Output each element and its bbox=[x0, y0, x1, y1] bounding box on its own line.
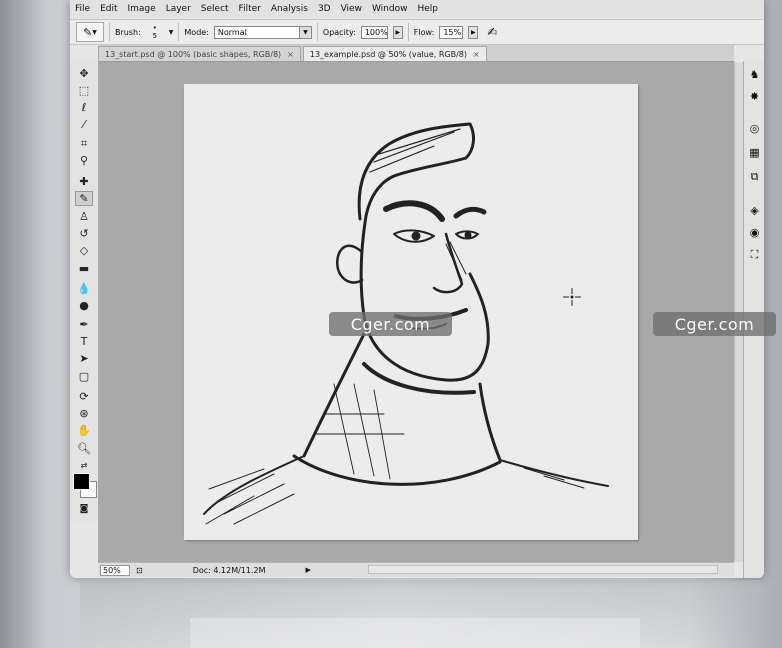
mini-bridge-icon[interactable]: ♞ bbox=[747, 67, 762, 82]
crop-tool-icon[interactable]: ⌗ bbox=[75, 136, 93, 151]
brush-label: Brush: bbox=[115, 27, 141, 37]
flow-label: Flow: bbox=[413, 27, 435, 37]
separator bbox=[178, 23, 180, 41]
quick-mask-icon[interactable]: ◙ bbox=[75, 501, 93, 516]
blur-tool-icon[interactable]: 💧 bbox=[75, 281, 93, 296]
menu-edit[interactable]: Edit bbox=[95, 4, 122, 14]
brush-tool-icon[interactable]: ✎ bbox=[75, 191, 93, 206]
healing-brush-tool-icon[interactable]: ✚ bbox=[75, 174, 93, 189]
zoom-value: 50% bbox=[103, 565, 121, 575]
separator bbox=[109, 23, 110, 41]
separator bbox=[407, 23, 409, 41]
3d-rotate-tool-icon[interactable]: ⟳ bbox=[75, 389, 93, 404]
watermark-text: Cger.com bbox=[350, 314, 431, 334]
path-selection-tool-icon[interactable]: ➤ bbox=[75, 351, 93, 366]
close-icon[interactable]: × bbox=[287, 50, 294, 59]
play-arrow-icon[interactable]: ▶ bbox=[306, 566, 311, 574]
mode-select[interactable]: Normal ▼ bbox=[213, 25, 312, 39]
zoom-tool-icon[interactable]: 🔍︎ bbox=[75, 441, 93, 456]
eraser-tool-icon[interactable]: ◇ bbox=[75, 243, 93, 258]
menu-help[interactable]: Help bbox=[412, 4, 443, 14]
crosshair-cursor-icon bbox=[563, 288, 581, 306]
reflected-canvas bbox=[190, 618, 640, 648]
zoom-field[interactable]: 50% bbox=[100, 564, 130, 576]
chevron-down-icon: ▼ bbox=[298, 26, 311, 38]
channels-panel-icon[interactable]: ◉ bbox=[747, 225, 762, 240]
menu-image[interactable]: Image bbox=[123, 4, 161, 14]
move-tool-icon[interactable]: ✥ bbox=[75, 66, 93, 81]
tool-preset-picker[interactable]: ✎ ▼ bbox=[76, 22, 104, 42]
paths-panel-icon[interactable]: ⛶ bbox=[747, 247, 762, 262]
tab-label: 13_start.psd @ 100% (basic shapes, RGB/8… bbox=[105, 49, 282, 59]
document-tabs: 13_start.psd @ 100% (basic shapes, RGB/8… bbox=[98, 45, 734, 62]
flow-slider-button[interactable]: ▶ bbox=[468, 25, 479, 39]
hand-tool-icon[interactable]: ✋ bbox=[75, 423, 93, 438]
menu-analysis[interactable]: Analysis bbox=[266, 4, 313, 14]
watermark-badge: Cger.com bbox=[653, 312, 776, 336]
close-icon[interactable]: × bbox=[473, 50, 480, 59]
watermark-text: Cger.com bbox=[674, 314, 755, 334]
pen-tool-icon[interactable]: ✒ bbox=[75, 317, 93, 332]
horizontal-scrollbar[interactable] bbox=[368, 565, 718, 574]
brush-size: 5 bbox=[152, 32, 158, 40]
airbrush-icon[interactable]: ✍ bbox=[487, 25, 497, 39]
photoshop-window: File Edit Image Layer Select Filter Anal… bbox=[70, 0, 764, 578]
menu-3d[interactable]: 3D bbox=[313, 4, 336, 14]
eyedropper-tool-icon[interactable]: ⚲ bbox=[75, 153, 93, 168]
tab-label: 13_example.psd @ 50% (value, RGB/8) bbox=[309, 49, 467, 59]
watermark-badge: Cger.com bbox=[329, 312, 452, 336]
menu-file[interactable]: File bbox=[70, 4, 95, 14]
chevron-down-icon: ▼ bbox=[92, 28, 97, 36]
dodge-tool-icon[interactable]: ● bbox=[75, 298, 93, 313]
brush-preset-icon: ✎ bbox=[83, 25, 93, 39]
mode-label: Mode: bbox=[184, 27, 209, 37]
menu-layer[interactable]: Layer bbox=[161, 4, 196, 14]
menu-select[interactable]: Select bbox=[196, 4, 234, 14]
foreground-color-swatch[interactable] bbox=[73, 473, 90, 490]
3d-orbit-tool-icon[interactable]: ⊛ bbox=[75, 406, 93, 421]
menu-bar: File Edit Image Layer Select Filter Anal… bbox=[70, 0, 764, 18]
doc-size: Doc: 4.12M/11.2M bbox=[192, 565, 266, 575]
window-reflection bbox=[80, 580, 760, 648]
type-tool-icon[interactable]: T bbox=[75, 334, 93, 349]
status-info-icon[interactable]: ⊡ bbox=[136, 566, 143, 575]
opacity-label: Opacity: bbox=[322, 27, 356, 37]
navigator-icon[interactable]: ✸ bbox=[747, 89, 762, 104]
marquee-tool-icon[interactable]: ⬚ bbox=[75, 83, 93, 98]
separator bbox=[316, 23, 318, 41]
chevron-down-icon[interactable]: ▼ bbox=[169, 29, 174, 36]
swatches-panel-icon[interactable]: ▦ bbox=[747, 145, 762, 160]
tab-13-start[interactable]: 13_start.psd @ 100% (basic shapes, RGB/8… bbox=[98, 46, 301, 61]
menu-view[interactable]: View bbox=[336, 4, 367, 14]
swap-colors-icon[interactable]: ⇄ bbox=[75, 458, 93, 473]
menu-window[interactable]: Window bbox=[367, 4, 413, 14]
clone-stamp-tool-icon[interactable]: ♙ bbox=[75, 209, 93, 224]
brush-picker[interactable]: • 5 bbox=[146, 23, 164, 41]
mode-value: Normal bbox=[217, 27, 247, 37]
color-panel-icon[interactable]: ◎ bbox=[747, 121, 762, 136]
styles-panel-icon[interactable]: ⧉ bbox=[747, 169, 762, 184]
lasso-tool-icon[interactable]: ℓ bbox=[75, 100, 93, 115]
options-bar: ✎ ▼ Brush: • 5 ▼ Mode: Normal ▼ Opacity: … bbox=[70, 19, 764, 45]
menu-filter[interactable]: Filter bbox=[234, 4, 266, 14]
layers-panel-icon[interactable]: ◈ bbox=[747, 203, 762, 218]
tools-panel: ✥ ⬚ ℓ ⁄ ⌗ ⚲ ✚ ✎ ♙ ↺ ◇ ▬ 💧 ● ✒ T ➤ ▢ ⟳ ⊛ … bbox=[70, 61, 99, 521]
history-brush-tool-icon[interactable]: ↺ bbox=[75, 226, 93, 241]
gradient-tool-icon[interactable]: ▬ bbox=[75, 261, 93, 276]
flow-value: 15% bbox=[443, 27, 462, 37]
status-bar: 50% ⊡ Doc: 4.12M/11.2M ▶ bbox=[98, 562, 734, 577]
tab-13-example[interactable]: 13_example.psd @ 50% (value, RGB/8) × bbox=[302, 46, 487, 61]
brush-dot-icon: • bbox=[152, 24, 157, 32]
shape-tool-icon[interactable]: ▢ bbox=[75, 369, 93, 384]
opacity-field[interactable]: 100% bbox=[360, 25, 388, 39]
quick-selection-tool-icon[interactable]: ⁄ bbox=[75, 117, 93, 132]
flow-field[interactable]: 15% bbox=[439, 25, 464, 39]
opacity-value: 100% bbox=[364, 27, 388, 37]
opacity-slider-button[interactable]: ▶ bbox=[392, 25, 403, 39]
